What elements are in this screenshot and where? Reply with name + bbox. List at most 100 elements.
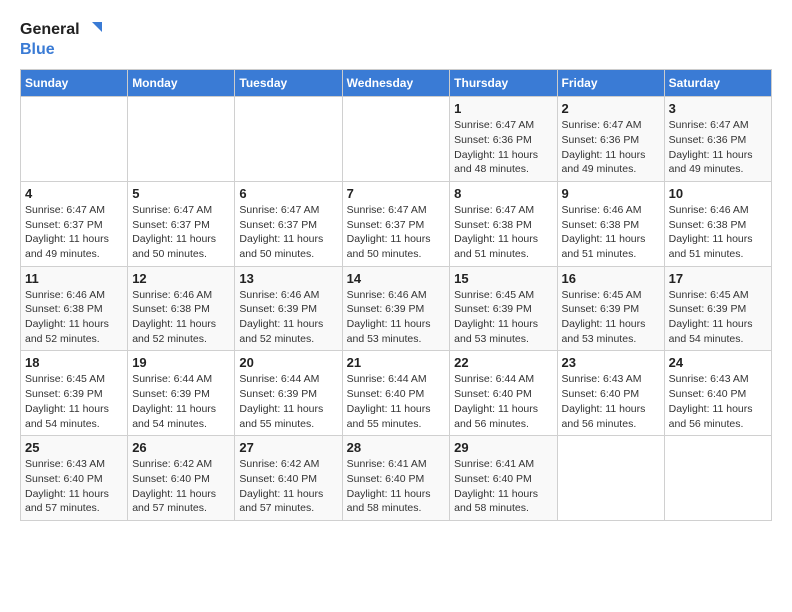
day-info: Sunrise: 6:46 AMSunset: 6:39 PMDaylight:… [239,288,337,347]
calendar-week-3: 11 Sunrise: 6:46 AMSunset: 6:38 PMDayligh… [21,266,772,351]
header: General Blue [20,20,772,59]
calendar-cell: 24Sunrise: 6:43 AMSunset: 6:40 PMDayligh… [664,351,771,436]
calendar-cell: 21 Sunrise: 6:44 AMSunset: 6:40 PMDayligh… [342,351,450,436]
calendar-week-5: 25 Sunrise: 6:43 AMSunset: 6:40 PMDayligh… [21,436,772,521]
calendar-cell: 5 Sunrise: 6:47 AMSunset: 6:37 PMDaylight… [128,181,235,266]
day-number: 11 [25,271,123,286]
day-number: 24 [669,355,767,370]
weekday-header-friday: Friday [557,70,664,97]
day-number: 14 [347,271,446,286]
calendar-cell: 26 Sunrise: 6:42 AMSunset: 6:40 PMDayligh… [128,436,235,521]
logo: General Blue [20,20,102,59]
day-number: 26 [132,440,230,455]
weekday-header-row: SundayMondayTuesdayWednesdayThursdayFrid… [21,70,772,97]
calendar-table: SundayMondayTuesdayWednesdayThursdayFrid… [20,69,772,521]
day-info: Sunrise: 6:47 AMSunset: 6:36 PMDaylight:… [454,118,552,177]
day-number: 28 [347,440,446,455]
day-info: Sunrise: 6:42 AMSunset: 6:40 PMDaylight:… [132,457,230,516]
calendar-cell [557,436,664,521]
calendar-body: 1 Sunrise: 6:47 AMSunset: 6:36 PMDaylight… [21,97,772,521]
day-info: Sunrise: 6:43 AMSunset: 6:40 PMDaylight:… [25,457,123,516]
day-number: 2 [562,101,660,116]
calendar-cell: 18 Sunrise: 6:45 AMSunset: 6:39 PMDayligh… [21,351,128,436]
weekday-header-wednesday: Wednesday [342,70,450,97]
calendar-cell: 25 Sunrise: 6:43 AMSunset: 6:40 PMDayligh… [21,436,128,521]
weekday-header-tuesday: Tuesday [235,70,342,97]
calendar-cell: 13 Sunrise: 6:46 AMSunset: 6:39 PMDayligh… [235,266,342,351]
calendar-cell: 14 Sunrise: 6:46 AMSunset: 6:39 PMDayligh… [342,266,450,351]
calendar-cell: 3Sunrise: 6:47 AMSunset: 6:36 PMDaylight… [664,97,771,182]
calendar-cell: 4Sunrise: 6:47 AMSunset: 6:37 PMDaylight… [21,181,128,266]
logo-blue: Blue [20,40,55,59]
day-number: 21 [347,355,446,370]
day-info: Sunrise: 6:46 AMSunset: 6:38 PMDaylight:… [25,288,123,347]
calendar-cell: 12Sunrise: 6:46 AMSunset: 6:38 PMDayligh… [128,266,235,351]
calendar-cell: 9 Sunrise: 6:46 AMSunset: 6:38 PMDaylight… [557,181,664,266]
weekday-header-monday: Monday [128,70,235,97]
day-number: 19 [132,355,230,370]
day-number: 10 [669,186,767,201]
day-number: 17 [669,271,767,286]
day-number: 15 [454,271,552,286]
day-info: Sunrise: 6:45 AMSunset: 6:39 PMDaylight:… [669,288,767,347]
calendar-week-2: 4Sunrise: 6:47 AMSunset: 6:37 PMDaylight… [21,181,772,266]
day-number: 20 [239,355,337,370]
logo-general: General [20,20,80,39]
calendar-cell: 1 Sunrise: 6:47 AMSunset: 6:36 PMDaylight… [450,97,557,182]
logo-container: General Blue [20,20,102,59]
calendar-cell [21,97,128,182]
day-info: Sunrise: 6:41 AMSunset: 6:40 PMDaylight:… [347,457,446,516]
day-info: Sunrise: 6:45 AMSunset: 6:39 PMDaylight:… [562,288,660,347]
day-info: Sunrise: 6:44 AMSunset: 6:40 PMDaylight:… [347,372,446,431]
day-info: Sunrise: 6:46 AMSunset: 6:39 PMDaylight:… [347,288,446,347]
calendar-cell: 2 Sunrise: 6:47 AMSunset: 6:36 PMDaylight… [557,97,664,182]
day-info: Sunrise: 6:47 AMSunset: 6:37 PMDaylight:… [347,203,446,262]
day-info: Sunrise: 6:46 AMSunset: 6:38 PMDaylight:… [669,203,767,262]
day-info: Sunrise: 6:45 AMSunset: 6:39 PMDaylight:… [25,372,123,431]
day-number: 5 [132,186,230,201]
calendar-cell: 16 Sunrise: 6:45 AMSunset: 6:39 PMDayligh… [557,266,664,351]
day-info: Sunrise: 6:47 AMSunset: 6:37 PMDaylight:… [239,203,337,262]
weekday-header-sunday: Sunday [21,70,128,97]
day-info: Sunrise: 6:43 AMSunset: 6:40 PMDaylight:… [562,372,660,431]
day-number: 18 [25,355,123,370]
day-number: 16 [562,271,660,286]
day-info: Sunrise: 6:47 AMSunset: 6:38 PMDaylight:… [454,203,552,262]
calendar-cell: 6 Sunrise: 6:47 AMSunset: 6:37 PMDaylight… [235,181,342,266]
day-number: 22 [454,355,552,370]
calendar-cell: 23 Sunrise: 6:43 AMSunset: 6:40 PMDayligh… [557,351,664,436]
day-number: 9 [562,186,660,201]
day-number: 23 [562,355,660,370]
day-info: Sunrise: 6:45 AMSunset: 6:39 PMDaylight:… [454,288,552,347]
day-number: 13 [239,271,337,286]
day-info: Sunrise: 6:42 AMSunset: 6:40 PMDaylight:… [239,457,337,516]
day-info: Sunrise: 6:46 AMSunset: 6:38 PMDaylight:… [562,203,660,262]
day-number: 27 [239,440,337,455]
day-number: 1 [454,101,552,116]
calendar-cell [664,436,771,521]
calendar-cell [128,97,235,182]
day-number: 7 [347,186,446,201]
day-info: Sunrise: 6:47 AMSunset: 6:37 PMDaylight:… [132,203,230,262]
day-info: Sunrise: 6:47 AMSunset: 6:36 PMDaylight:… [669,118,767,177]
calendar-cell [342,97,450,182]
logo-bird-icon [82,20,102,40]
calendar-cell: 10 Sunrise: 6:46 AMSunset: 6:38 PMDayligh… [664,181,771,266]
day-number: 6 [239,186,337,201]
calendar-cell: 29Sunrise: 6:41 AMSunset: 6:40 PMDayligh… [450,436,557,521]
weekday-header-thursday: Thursday [450,70,557,97]
day-number: 25 [25,440,123,455]
calendar-week-1: 1 Sunrise: 6:47 AMSunset: 6:36 PMDaylight… [21,97,772,182]
calendar-cell: 20 Sunrise: 6:44 AMSunset: 6:39 PMDayligh… [235,351,342,436]
calendar-cell: 8 Sunrise: 6:47 AMSunset: 6:38 PMDaylight… [450,181,557,266]
day-info: Sunrise: 6:47 AMSunset: 6:37 PMDaylight:… [25,203,123,262]
day-info: Sunrise: 6:46 AMSunset: 6:38 PMDaylight:… [132,288,230,347]
day-info: Sunrise: 6:47 AMSunset: 6:36 PMDaylight:… [562,118,660,177]
calendar-cell: 27 Sunrise: 6:42 AMSunset: 6:40 PMDayligh… [235,436,342,521]
day-number: 29 [454,440,552,455]
calendar-cell: 19 Sunrise: 6:44 AMSunset: 6:39 PMDayligh… [128,351,235,436]
calendar-cell [235,97,342,182]
day-info: Sunrise: 6:44 AMSunset: 6:39 PMDaylight:… [239,372,337,431]
day-info: Sunrise: 6:44 AMSunset: 6:39 PMDaylight:… [132,372,230,431]
day-number: 8 [454,186,552,201]
